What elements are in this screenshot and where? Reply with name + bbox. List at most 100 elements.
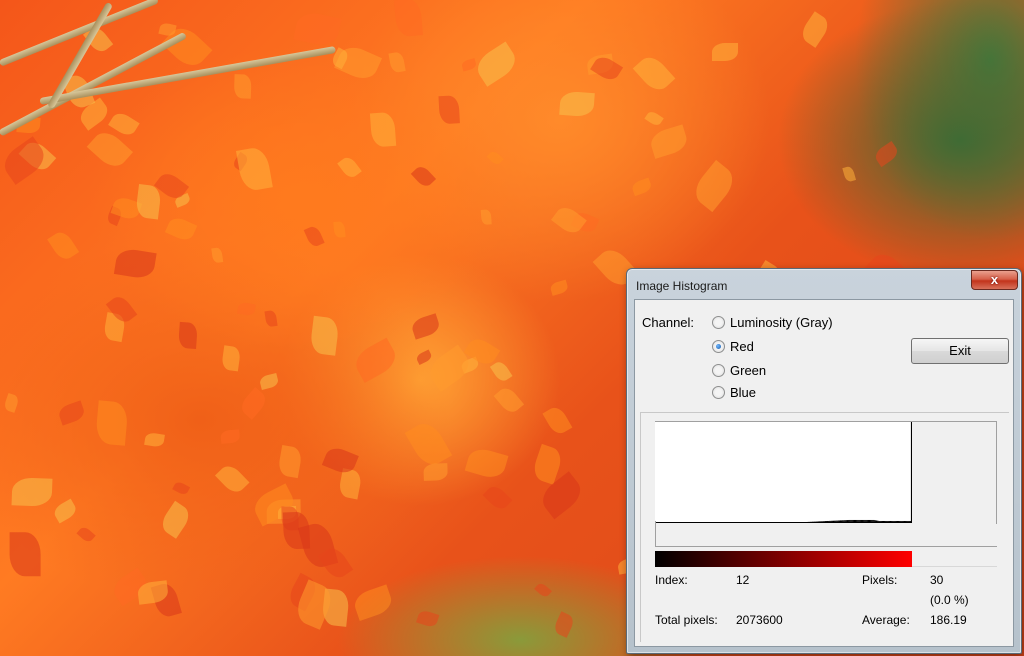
maple-leaf: [369, 111, 396, 148]
maple-leaf: [282, 512, 310, 550]
total-pixels-value: 2073600: [736, 613, 783, 627]
maple-leaf: [493, 383, 524, 415]
channel-option-label: Blue: [730, 385, 757, 400]
maple-leaf: [46, 228, 79, 264]
maple-leaf: [236, 145, 273, 193]
maple-leaf: [114, 246, 158, 280]
maple-leaf: [237, 302, 256, 317]
close-icon: x: [990, 272, 999, 287]
maple-leaf: [393, 0, 423, 38]
maple-leaf: [842, 165, 857, 183]
total-pixels-label: Total pixels:: [655, 613, 718, 627]
dialog-client-area: Channel: Luminosity (Gray) Red Green Blu…: [634, 299, 1014, 647]
close-button[interactable]: x: [971, 270, 1018, 290]
maple-leaf: [471, 41, 521, 88]
maple-leaf: [178, 321, 199, 350]
maple-leaf: [143, 431, 165, 448]
maple-leaf: [415, 349, 433, 365]
histogram-chart: [655, 422, 912, 523]
channel-radio-luminosity[interactable]: Luminosity (Gray): [712, 315, 833, 330]
maple-leaf: [415, 608, 439, 629]
maple-leaf: [94, 399, 129, 446]
pixels-percent: (0.0 %): [930, 593, 969, 607]
maple-leaf: [211, 246, 224, 263]
maple-leaf: [644, 109, 664, 128]
maple-leaf: [797, 10, 833, 48]
maple-leaf: [237, 386, 270, 420]
maple-leaf: [409, 313, 442, 341]
maple-leaf: [264, 309, 278, 327]
maple-leaf: [76, 524, 96, 544]
radio-icon: [712, 316, 725, 329]
maple-leaf: [482, 482, 512, 512]
maple-leaf: [220, 429, 241, 444]
channel-option-label: Green: [730, 363, 767, 378]
index-value: 12: [736, 573, 750, 587]
channel-radio-blue[interactable]: Blue: [712, 385, 756, 400]
maple-leaf: [293, 9, 342, 48]
maple-leaf: [648, 124, 691, 159]
image-histogram-dialog: Image Histogram x Channel: Luminosity (G…: [626, 268, 1022, 654]
maple-leaf: [711, 42, 738, 61]
maple-leaf: [486, 149, 504, 167]
channel-gradient-bar: [655, 551, 912, 567]
maple-leaf: [552, 611, 576, 639]
maple-leaf: [632, 51, 676, 96]
maple-leaf: [276, 444, 303, 479]
pixels-label: Pixels:: [862, 573, 898, 587]
channel-option-label: Luminosity (Gray): [730, 315, 833, 330]
channel-option-label: Red: [730, 339, 754, 354]
maple-leaf: [11, 477, 53, 507]
radio-icon: [712, 340, 725, 353]
maple-leaf: [172, 480, 190, 497]
maple-leaf: [481, 208, 493, 225]
maple-leaf: [258, 372, 279, 390]
maple-leaf: [438, 95, 460, 125]
maple-leaf: [332, 221, 346, 239]
average-label: Average:: [862, 613, 910, 627]
maple-leaf: [549, 280, 569, 297]
maple-leaf: [460, 57, 477, 72]
maple-leaf: [220, 345, 241, 372]
index-label: Index:: [655, 573, 688, 587]
pixels-value: 30: [930, 573, 944, 587]
channel-radio-red[interactable]: Red: [712, 339, 754, 354]
exit-button[interactable]: Exit: [911, 338, 1009, 364]
maple-leaf: [689, 159, 740, 212]
maple-leaf: [410, 163, 437, 190]
maple-leaf: [534, 581, 553, 599]
maple-leaf: [3, 392, 21, 413]
average-value: 186.19: [930, 613, 967, 627]
histogram-frame: [655, 421, 997, 524]
maple-leaf: [351, 585, 395, 622]
maple-leaf: [404, 418, 452, 471]
channel-radio-green[interactable]: Green: [712, 363, 766, 378]
maple-leaf: [629, 176, 653, 196]
histogram-bar: [910, 422, 912, 523]
maple-leaf: [489, 359, 513, 385]
maple-leaf: [423, 463, 448, 481]
maple-leaf: [464, 445, 509, 481]
maple-leaf: [303, 223, 326, 249]
maple-leaf: [0, 136, 51, 185]
maple-leaf: [233, 74, 252, 99]
maple-leaf: [9, 532, 41, 576]
histogram-panel: Index: 12 Pixels: 30 (0.0 %) Total pixel…: [640, 412, 1009, 642]
maple-leaf: [165, 215, 197, 244]
maple-leaf: [56, 399, 87, 425]
dialog-title: Image Histogram: [636, 279, 728, 293]
maple-leaf: [51, 498, 80, 524]
maple-leaf: [336, 154, 362, 181]
maple-leaf: [157, 501, 194, 540]
histogram-plot[interactable]: [655, 422, 912, 523]
maple-leaf: [550, 203, 587, 238]
title-bar[interactable]: Image Histogram x: [627, 269, 1021, 299]
maple-leaf: [388, 50, 407, 74]
radio-icon: [712, 386, 725, 399]
maple-leaf: [214, 461, 250, 497]
maple-leaf: [309, 316, 340, 356]
maple-leaf: [872, 141, 901, 168]
radio-icon: [712, 364, 725, 377]
maple-leaf: [350, 337, 401, 383]
maple-leaf: [542, 403, 573, 437]
